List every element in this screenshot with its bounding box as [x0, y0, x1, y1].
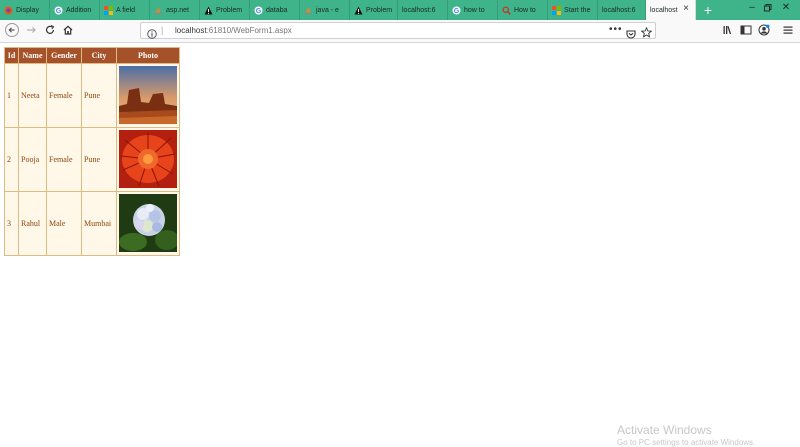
hydrangea-photo — [119, 193, 179, 252]
chrysanthemum-photo — [119, 129, 177, 188]
tab-label: java - e — [316, 6, 339, 14]
tab-label: how to — [464, 6, 485, 14]
microsoft-icon — [104, 5, 113, 15]
activate-windows-watermark: Activate Windows Go to PC settings to ac… — [617, 423, 755, 447]
cell-gender: Male — [46, 191, 82, 256]
tab-localhost-1[interactable]: localhost:6 — [398, 0, 448, 20]
cell-name: Rahul — [18, 191, 47, 256]
tab-how-to-1[interactable]: G how to — [448, 0, 498, 20]
cell-name: Neeta — [18, 63, 47, 128]
back-button[interactable] — [4, 22, 20, 38]
tab-databa[interactable]: G databa — [250, 0, 300, 20]
desert-photo — [119, 65, 177, 124]
forward-button[interactable] — [23, 22, 39, 38]
tab-addition[interactable]: G Addition — [50, 0, 100, 20]
tab-localhost-2[interactable]: localhost:6 — [598, 0, 646, 20]
cell-id: 2 — [4, 127, 19, 192]
cell-gender: Female — [46, 127, 82, 192]
table-row: 3 Rahul Male Mumbai — [4, 191, 180, 256]
separator: | — [161, 25, 164, 35]
tab-label: localhost — [650, 6, 678, 14]
header-photo: Photo — [116, 47, 180, 64]
tab-label: localhost:6 — [602, 6, 636, 14]
new-tab-button[interactable]: + — [700, 1, 716, 19]
employee-gridview: Id Name Gender City Photo 1 Neeta Female… — [4, 47, 180, 256]
tab-localhost-active[interactable]: localhost × — [646, 0, 696, 20]
home-button[interactable] — [60, 22, 76, 38]
table-header-row: Id Name Gender City Photo — [4, 47, 180, 64]
info-icon[interactable] — [147, 26, 157, 44]
cell-gender: Female — [46, 63, 82, 128]
page-content: Id Name Gender City Photo 1 Neeta Female… — [0, 43, 800, 447]
svg-text:G: G — [454, 8, 460, 15]
close-window-icon[interactable]: ✕ — [778, 0, 794, 16]
table-row: 2 Pooja Female Pune — [4, 127, 180, 192]
warning-icon — [204, 6, 213, 15]
tab-problem-1[interactable]: Problem — [200, 0, 250, 20]
google-icon: G — [54, 6, 63, 15]
tab-display[interactable]: Display — [0, 0, 50, 20]
tab-a-field[interactable]: A field — [100, 0, 150, 20]
account-icon[interactable] — [756, 22, 772, 38]
table-row: 1 Neeta Female Pune — [4, 63, 180, 128]
tab-start-the[interactable]: Start the — [548, 0, 598, 20]
tab-problem-2[interactable]: Problem — [350, 0, 398, 20]
tab-asp-net[interactable]: asp.net — [150, 0, 200, 20]
cell-photo — [116, 127, 180, 192]
url-host: localhost — [175, 26, 207, 35]
tab-how-to-2[interactable]: How to — [498, 0, 548, 20]
address-bar[interactable]: | localhost:61810/WebForm1.aspx ••• — [140, 22, 656, 39]
cell-id: 1 — [4, 63, 19, 128]
tab-label: How to — [514, 6, 536, 14]
tab-java[interactable]: java - e — [300, 0, 350, 20]
tab-label: Start the — [564, 6, 591, 14]
google-icon: G — [254, 6, 263, 15]
tab-label: Problem — [366, 6, 393, 14]
restore-icon[interactable] — [760, 0, 776, 16]
navigation-toolbar: | localhost:61810/WebForm1.aspx ••• — [0, 20, 800, 43]
stackoverflow-icon — [304, 6, 313, 15]
microsoft-icon — [552, 5, 561, 15]
stackoverflow-icon — [154, 6, 163, 15]
cell-city: Pune — [81, 63, 117, 128]
firefox-icon — [4, 6, 13, 15]
bookmark-star-icon[interactable] — [640, 25, 653, 43]
sidebar-icon[interactable] — [738, 22, 754, 38]
watermark-title: Activate Windows — [617, 423, 712, 437]
pocket-icon[interactable] — [626, 26, 636, 44]
tab-label: localhost:6 — [402, 6, 436, 14]
svg-text:G: G — [256, 8, 262, 15]
watermark-subtitle: Go to PC settings to activate Windows. — [617, 438, 756, 447]
header-id: Id — [4, 47, 19, 64]
tab-strip: Display G Addition A field asp.net Probl… — [0, 0, 800, 20]
header-city: City — [81, 47, 117, 64]
cell-name: Pooja — [18, 127, 47, 192]
cell-photo — [116, 63, 180, 128]
tab-label: Display — [16, 6, 39, 14]
url-text: localhost:61810/WebForm1.aspx — [175, 26, 292, 35]
page-actions-icon[interactable]: ••• — [609, 24, 623, 35]
header-gender: Gender — [46, 47, 82, 64]
tab-label: Addition — [66, 6, 92, 14]
library-icon[interactable] — [720, 22, 736, 38]
cell-city: Pune — [81, 127, 117, 192]
tab-label: A field — [116, 6, 136, 14]
cell-photo — [116, 191, 180, 256]
menu-icon[interactable] — [780, 22, 796, 38]
cell-id: 3 — [4, 191, 19, 256]
tab-label: asp.net — [166, 6, 189, 14]
header-name: Name — [18, 47, 47, 64]
tab-label: Problem — [216, 6, 243, 14]
reload-button[interactable] — [42, 22, 58, 38]
warning-icon — [354, 6, 363, 15]
google-icon: G — [452, 6, 461, 15]
cell-city: Mumbai — [81, 191, 117, 256]
svg-text:G: G — [56, 8, 62, 15]
url-path: :61810/WebForm1.aspx — [206, 26, 292, 35]
minimize-icon[interactable]: – — [744, 0, 760, 16]
close-tab-icon[interactable]: × — [681, 4, 691, 14]
tab-label: databa — [266, 6, 288, 14]
search-icon — [502, 6, 511, 15]
